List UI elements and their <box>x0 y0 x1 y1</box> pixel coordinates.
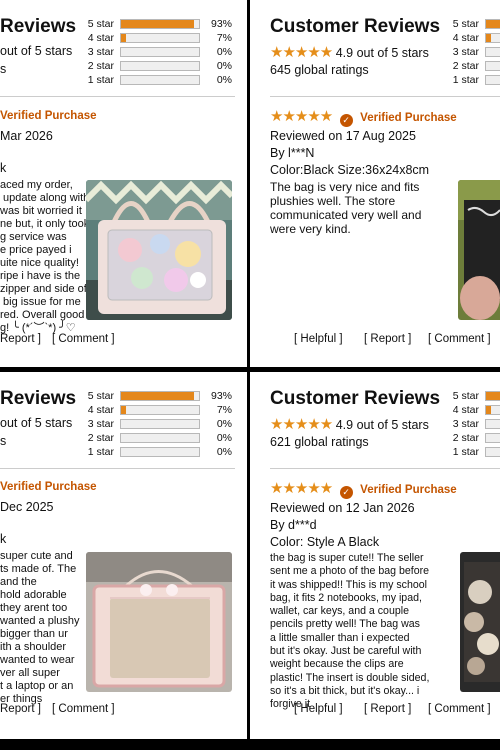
review-header: ★★★★★ ✓ Verified Purchase <box>270 107 457 127</box>
page-title: Reviews <box>0 388 77 409</box>
verified-purchase-label: Verified Purchase <box>360 484 457 496</box>
comment-button[interactable]: [ Comment ] <box>52 333 115 345</box>
review-body: The bag is very nice and fits plushies w… <box>270 180 422 236</box>
review-author: k <box>0 532 7 546</box>
rating-stars-icon: ★★★★★ <box>270 44 333 61</box>
divider <box>0 468 235 469</box>
review-panel-top-left: Reviews out of 5 stars s 5 star 93% 4 sta… <box>0 0 247 367</box>
review-author: By d***d <box>270 518 317 532</box>
review-panel-top-right: Customer Reviews ★★★★★ 4.9 out of 5 star… <box>250 0 500 367</box>
histogram-row-4[interactable]: 4 star 7% <box>84 32 234 45</box>
histogram-row-5[interactable]: 5 star 93% <box>84 390 234 403</box>
divider <box>270 468 500 469</box>
bag-photo-icon[interactable] <box>460 552 500 692</box>
ratings-count-cropped: s <box>0 62 7 76</box>
histogram-row-5[interactable]: 5 star 93% <box>84 18 234 31</box>
bag-photo-icon[interactable] <box>458 180 500 320</box>
average-rating: ★★★★★ 4.9 out of 5 stars <box>270 43 429 61</box>
verified-check-icon: ✓ <box>339 486 353 499</box>
verified-purchase-label: Verified Purchase <box>360 112 457 124</box>
review-date: Mar 2026 <box>0 129 53 143</box>
comment-button[interactable]: [ Comment ] <box>428 703 491 715</box>
report-button[interactable]: [ Report ] <box>364 333 411 345</box>
review-body: aced my order, update along with was bit… <box>0 179 90 334</box>
review-author: k <box>0 161 7 175</box>
review-author: By l***N <box>270 146 315 160</box>
bag-photo-icon[interactable] <box>86 552 232 692</box>
histogram-row-4[interactable]: 4 star <box>449 404 500 417</box>
histogram-row-5[interactable]: 5 star <box>449 18 500 31</box>
review-header: ★★★★★ ✓ Verified Purchase <box>270 479 457 499</box>
divider <box>0 96 235 97</box>
histogram-row-2[interactable]: 2 star <box>449 432 500 445</box>
review-panel-bottom-left: Reviews out of 5 stars s 5 star 93% 4 sta… <box>0 372 247 739</box>
histogram-row-2[interactable]: 2 star 0% <box>84 432 234 445</box>
verified-check-icon: ✓ <box>339 114 353 127</box>
helpful-button[interactable]: [ Helpful ] <box>294 703 343 715</box>
review-date: Reviewed on 17 Aug 2025 <box>270 129 416 143</box>
review-body: super cute and ts made of. The and the h… <box>0 550 80 705</box>
histogram-row-3[interactable]: 3 star <box>449 418 500 431</box>
histogram-row-5[interactable]: 5 star <box>449 390 500 403</box>
histogram-row-2[interactable]: 2 star 0% <box>84 60 234 73</box>
global-ratings-count: 621 global ratings <box>270 435 369 449</box>
average-rating: ★★★★★ 4.9 out of 5 stars <box>270 415 429 433</box>
bag-photo-icon[interactable] <box>86 180 232 320</box>
page-title: Reviews <box>0 16 77 37</box>
average-rating-text: 4.9 out of 5 stars <box>335 46 429 60</box>
average-rating-text: out of 5 stars <box>0 416 73 430</box>
review-panel-bottom-right: Customer Reviews ★★★★★ 4.9 out of 5 star… <box>250 372 500 739</box>
average-rating-text: 4.9 out of 5 stars <box>335 418 429 432</box>
review-body: the bag is super cute!! The seller sent … <box>270 552 430 711</box>
histogram-row-1[interactable]: 1 star <box>449 74 500 87</box>
review-stars-icon: ★★★★★ <box>270 480 333 497</box>
histogram-row-1[interactable]: 1 star 0% <box>84 74 234 87</box>
review-date: Reviewed on 12 Jan 2026 <box>270 501 415 515</box>
page-title: Customer Reviews <box>270 16 441 37</box>
histogram-row-4[interactable]: 4 star 7% <box>84 404 234 417</box>
histogram-row-4[interactable]: 4 star <box>449 32 500 45</box>
comment-button[interactable]: [ Comment ] <box>52 703 115 715</box>
verified-purchase-label: Verified Purchase <box>0 481 97 493</box>
histogram-row-3[interactable]: 3 star 0% <box>84 46 234 59</box>
report-button[interactable]: Report ] <box>0 333 41 345</box>
ratings-count-cropped: s <box>0 434 7 448</box>
average-rating-text: out of 5 stars <box>0 44 73 58</box>
global-ratings-count: 645 global ratings <box>270 63 369 77</box>
histogram-row-3[interactable]: 3 star <box>449 46 500 59</box>
report-button[interactable]: Report ] <box>0 703 41 715</box>
page-title: Customer Reviews <box>270 388 441 409</box>
divider <box>270 96 500 97</box>
verified-purchase-label: Verified Purchase <box>0 110 97 122</box>
review-variant: Color: Style A Black <box>270 535 380 549</box>
rating-stars-icon: ★★★★★ <box>270 416 333 433</box>
report-button[interactable]: [ Report ] <box>364 703 411 715</box>
histogram-row-3[interactable]: 3 star 0% <box>84 418 234 431</box>
comment-button[interactable]: [ Comment ] <box>428 333 491 345</box>
histogram-row-1[interactable]: 1 star <box>449 446 500 459</box>
review-date: Dec 2025 <box>0 500 54 514</box>
review-variant: Color:Black Size:36x24x8cm <box>270 163 430 177</box>
review-stars-icon: ★★★★★ <box>270 108 333 125</box>
histogram-row-1[interactable]: 1 star 0% <box>84 446 234 459</box>
helpful-button[interactable]: [ Helpful ] <box>294 333 343 345</box>
histogram-row-2[interactable]: 2 star <box>449 60 500 73</box>
